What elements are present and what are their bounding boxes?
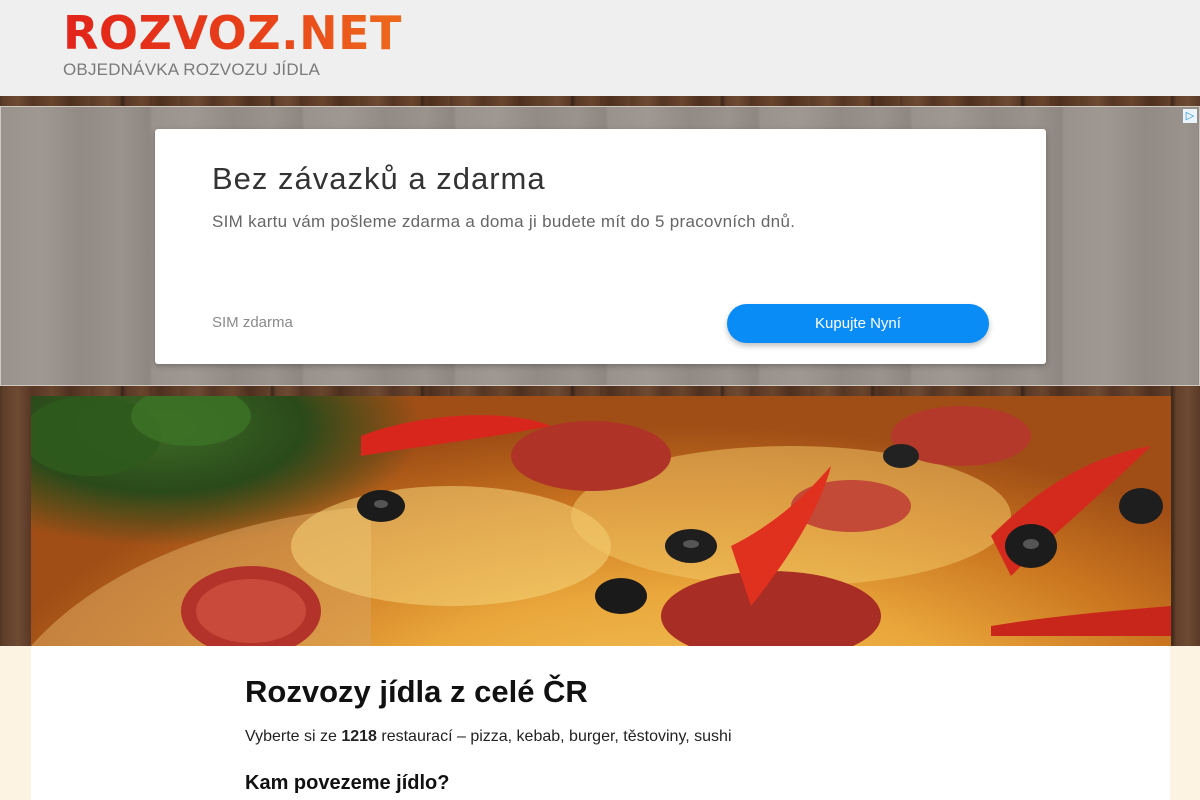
delivery-question-heading: Kam povezeme jídlo? — [245, 772, 450, 794]
ad-card[interactable]: Bez závazků a zdarma SIM kartu vám pošle… — [155, 129, 1046, 364]
page-title: Rozvozy jídla z celé ČR — [245, 674, 588, 709]
ad-sponsor: SIM zdarma — [212, 314, 293, 331]
pizza-illustration — [31, 396, 1171, 646]
intro-text: Vyberte si ze 1218 restaurací – pizza, k… — [245, 728, 732, 746]
ad-description: SIM kartu vám pošleme zdarma a doma ji b… — [212, 212, 796, 231]
intro-suffix: restaurací – pizza, kebab, burger, těsto… — [376, 728, 732, 745]
site-header: ROZVOZ.NET OBJEDNÁVKA ROZVOZU JÍDLA — [0, 0, 1200, 96]
ad-title[interactable]: Bez závazků a zdarma — [212, 161, 546, 197]
site-logo[interactable]: ROZVOZ.NET — [63, 6, 402, 60]
ad-cta-button[interactable]: Kupujte Nyní — [727, 304, 989, 343]
intro-prefix: Vyberte si ze — [245, 728, 342, 745]
hero-pizza-image — [31, 396, 1171, 646]
adchoices-icon[interactable]: ▷ — [1183, 109, 1197, 123]
main-content: Rozvozy jídla z celé ČR Vyberte si ze 12… — [31, 646, 1170, 800]
restaurant-count: 1218 — [341, 728, 377, 745]
site-tagline: OBJEDNÁVKA ROZVOZU JÍDLA — [63, 60, 321, 79]
advertisement-banner[interactable]: ▷ Bez závazků a zdarma SIM kartu vám poš… — [0, 106, 1200, 386]
